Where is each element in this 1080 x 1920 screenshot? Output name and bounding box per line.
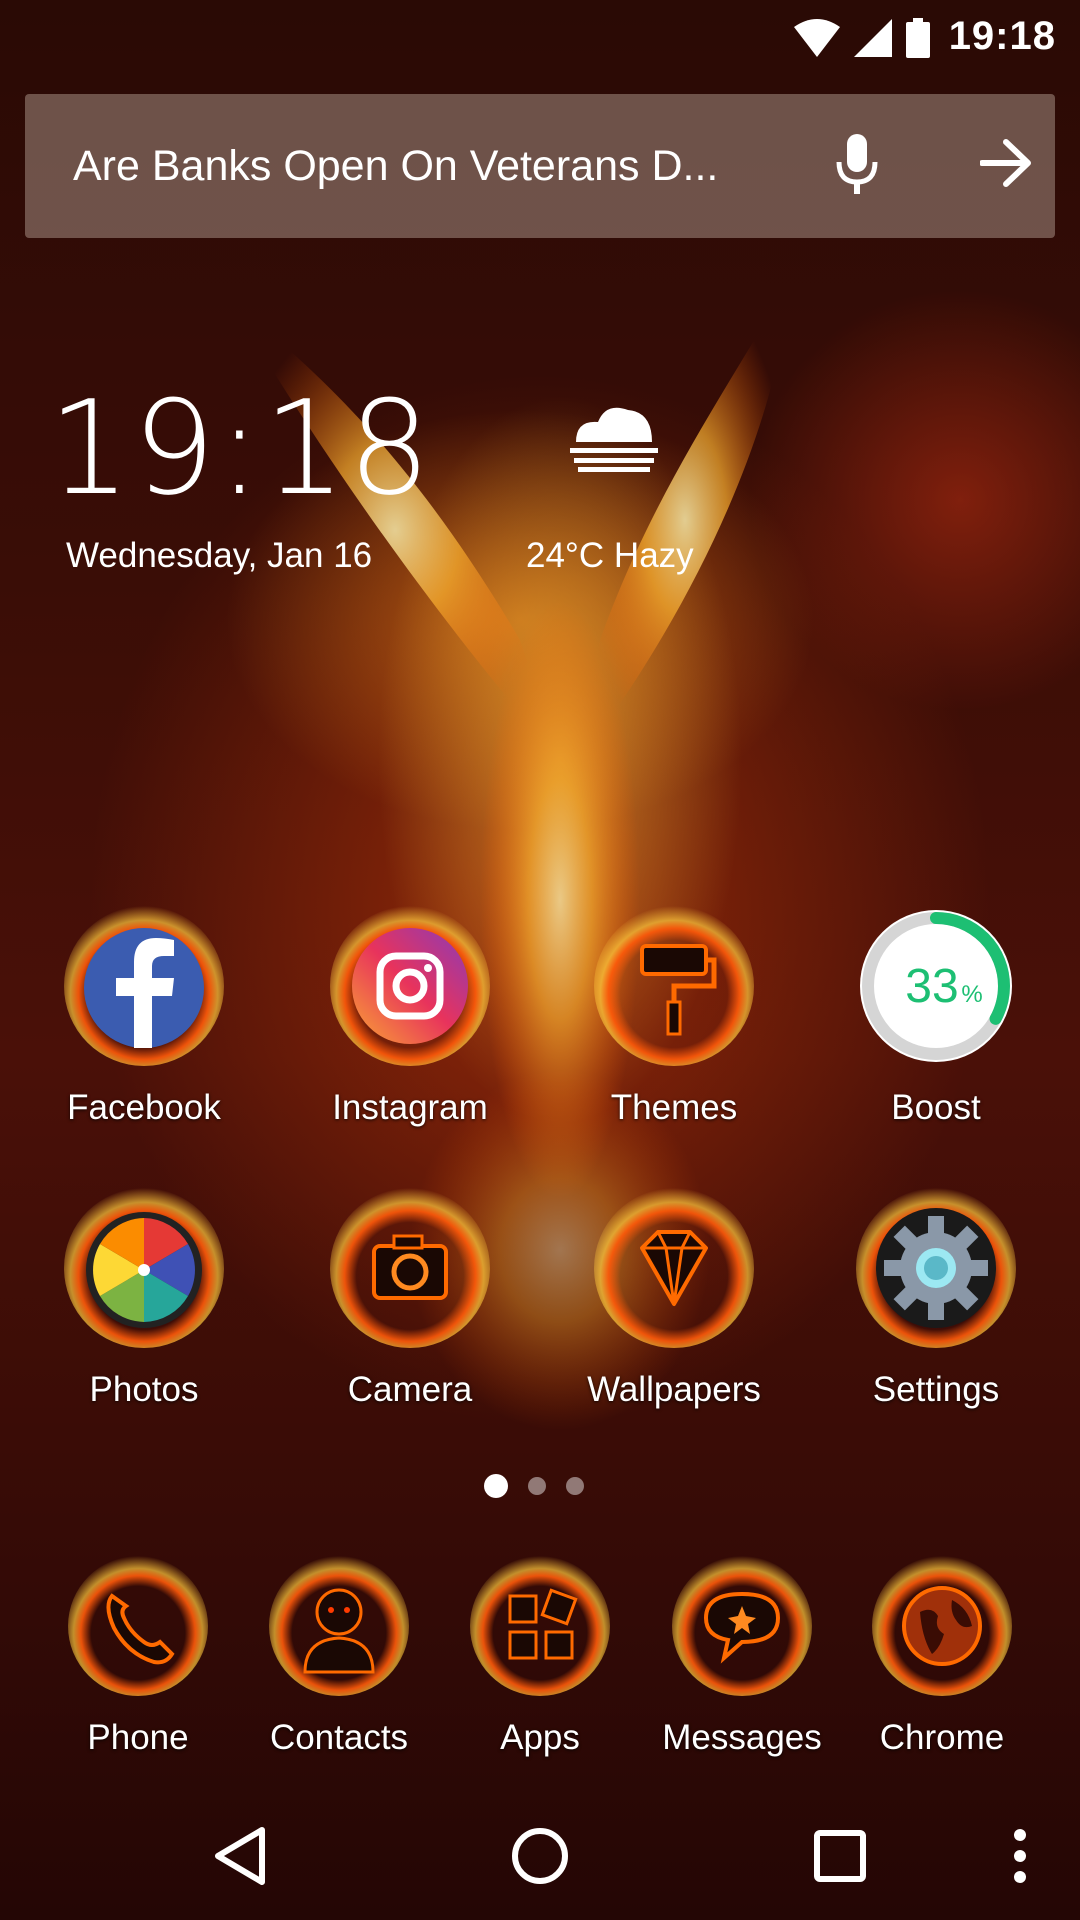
boost-gauge-icon: 33 %	[860, 910, 1012, 1062]
dock-phone[interactable]: Phone	[28, 1556, 248, 1758]
status-bar: 19:18	[0, 0, 1080, 72]
contacts-icon	[303, 1588, 375, 1674]
app-label: Contacts	[269, 1718, 409, 1757]
globe-icon	[902, 1586, 982, 1666]
dock-contacts[interactable]: Contacts	[229, 1556, 449, 1758]
gear-icon	[876, 1208, 996, 1328]
arrow-right-icon[interactable]	[980, 138, 1032, 188]
app-facebook[interactable]: Facebook	[34, 906, 254, 1128]
recents-button[interactable]	[800, 1792, 880, 1920]
app-themes[interactable]: Themes	[564, 906, 784, 1128]
paint-roller-icon	[640, 944, 717, 1036]
app-label: Apps	[500, 1718, 580, 1757]
wifi-icon	[794, 19, 840, 57]
app-wallpapers[interactable]: Wallpapers	[564, 1188, 784, 1410]
home-button[interactable]	[500, 1792, 580, 1920]
app-instagram[interactable]: Instagram	[300, 906, 520, 1128]
clock-widget-time[interactable]: 19:18	[48, 372, 433, 524]
clock-widget-date[interactable]: Wednesday, Jan 16	[66, 536, 372, 576]
status-time: 19:18	[948, 14, 1056, 58]
app-label: Photos	[89, 1370, 199, 1409]
back-button[interactable]	[200, 1792, 280, 1920]
status-icons	[794, 18, 930, 58]
app-label: Camera	[347, 1370, 473, 1409]
search-bar[interactable]: Are Banks Open On Veterans D...	[25, 94, 1055, 238]
page-indicator[interactable]	[484, 1474, 584, 1498]
app-photos[interactable]: Photos	[34, 1188, 254, 1410]
camera-icon	[372, 1234, 448, 1300]
app-label: Wallpapers	[587, 1370, 761, 1409]
app-label: Chrome	[879, 1718, 1005, 1757]
dock-chrome[interactable]: Chrome	[832, 1556, 1052, 1758]
app-boost[interactable]: 33 % Boost	[826, 906, 1046, 1128]
signal-icon	[854, 19, 892, 57]
app-label: Instagram	[332, 1088, 488, 1127]
page-dot[interactable]	[566, 1477, 584, 1495]
app-label: Themes	[610, 1088, 738, 1127]
app-label: Facebook	[67, 1088, 221, 1127]
messages-icon	[703, 1591, 781, 1664]
more-icon	[1014, 1829, 1026, 1883]
app-camera[interactable]: Camera	[300, 1188, 520, 1410]
page-dot[interactable]	[528, 1477, 546, 1495]
app-label: Messages	[662, 1718, 822, 1757]
app-settings[interactable]: Settings	[826, 1188, 1046, 1410]
instagram-icon	[352, 928, 468, 1044]
search-query[interactable]: Are Banks Open On Veterans D...	[73, 142, 718, 191]
boost-percent-sign: %	[961, 981, 982, 1008]
app-label: Phone	[87, 1718, 189, 1757]
page-dot[interactable]	[484, 1474, 508, 1498]
recents-icon	[814, 1830, 866, 1882]
fog-cloud-icon[interactable]	[570, 402, 658, 472]
apps-grid-icon	[508, 1588, 578, 1660]
weather-text[interactable]: 24°C Hazy	[526, 536, 694, 576]
boost-percent-value: 33	[905, 960, 958, 1013]
facebook-icon	[84, 928, 204, 1048]
app-label: Boost	[891, 1088, 981, 1127]
photos-pinwheel-icon	[86, 1212, 202, 1328]
phone-icon	[106, 1593, 175, 1665]
back-icon	[215, 1827, 265, 1885]
more-button[interactable]	[1000, 1792, 1040, 1920]
dock-apps[interactable]: Apps	[430, 1556, 650, 1758]
diamond-icon	[640, 1230, 708, 1306]
app-label: Settings	[872, 1370, 1000, 1409]
battery-icon	[906, 18, 930, 58]
microphone-icon[interactable]	[835, 134, 879, 196]
navigation-bar	[0, 1792, 1080, 1920]
home-icon	[512, 1828, 568, 1884]
dock-messages[interactable]: Messages	[632, 1556, 852, 1758]
